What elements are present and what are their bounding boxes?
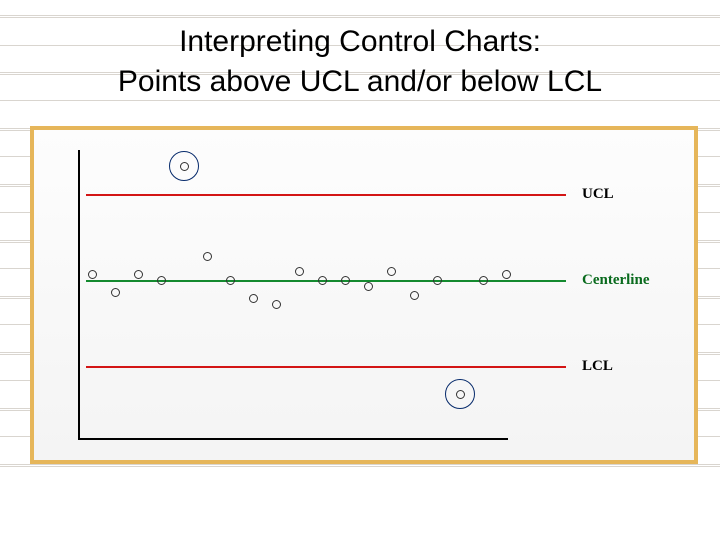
data-point <box>318 276 327 285</box>
outlier-ring <box>169 151 199 181</box>
data-point <box>410 291 419 300</box>
data-point <box>295 267 304 276</box>
chart-card: UCL Centerline LCL <box>30 126 698 464</box>
bg-rule <box>0 15 720 18</box>
slide-title: Interpreting Control Charts: Points abov… <box>0 22 720 102</box>
data-point <box>433 276 442 285</box>
data-point <box>341 276 350 285</box>
data-point <box>157 276 166 285</box>
ucl-label: UCL <box>582 186 614 203</box>
data-point <box>272 300 281 309</box>
y-axis <box>78 150 80 440</box>
data-point <box>364 282 373 291</box>
title-line-2: Points above UCL and/or below LCL <box>118 65 602 98</box>
bg-rule <box>0 464 720 467</box>
title-line-1: Interpreting Control Charts: <box>179 25 541 58</box>
ucl-line <box>86 194 566 196</box>
data-point <box>479 276 488 285</box>
lcl-line <box>86 366 566 368</box>
center-label: Centerline <box>582 272 649 289</box>
data-point <box>502 270 511 279</box>
data-point <box>203 252 212 261</box>
data-point <box>134 270 143 279</box>
slide: Interpreting Control Charts: Points abov… <box>0 0 720 540</box>
data-point <box>387 267 396 276</box>
outlier-ring <box>445 379 475 409</box>
data-point <box>111 288 120 297</box>
x-axis <box>78 438 508 440</box>
data-point <box>226 276 235 285</box>
data-point <box>249 294 258 303</box>
data-point <box>88 270 97 279</box>
lcl-label: LCL <box>582 358 613 375</box>
